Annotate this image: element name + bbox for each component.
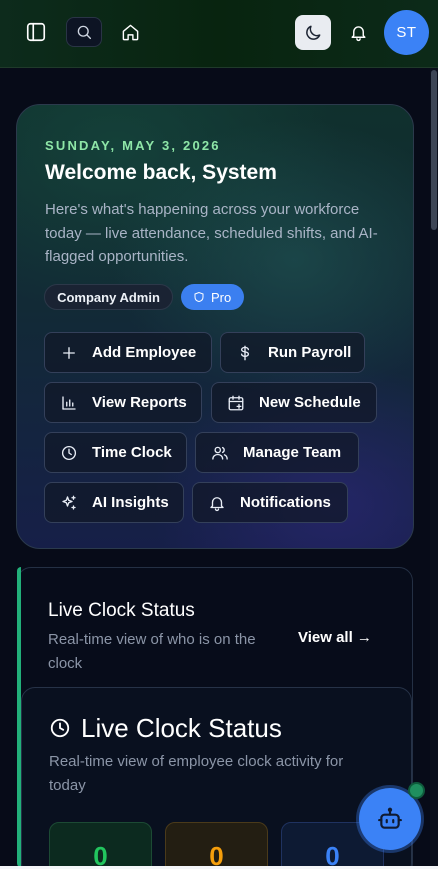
- stat-value: 0: [325, 841, 340, 869]
- bell-icon: [210, 496, 224, 511]
- add-employee-button[interactable]: Add Employee: [44, 332, 212, 373]
- run-payroll-label: Run Payroll: [268, 344, 352, 361]
- plan-badge: Pro: [181, 284, 244, 310]
- sidebar-icon: [26, 22, 46, 42]
- clock-icon: [49, 717, 71, 739]
- time-clock-button[interactable]: Time Clock: [44, 432, 187, 473]
- bar-chart-icon: [62, 395, 76, 410]
- add-employee-label: Add Employee: [92, 344, 197, 361]
- welcome-subtitle: Here's what's happening across your work…: [45, 201, 378, 265]
- view-reports-button[interactable]: View Reports: [44, 382, 202, 423]
- new-schedule-button[interactable]: New Schedule: [211, 382, 377, 423]
- manage-team-label: Manage Team: [243, 444, 342, 461]
- section-subtitle: Real-time view of who is on the clock: [48, 631, 256, 672]
- ai-insights-label: AI Insights: [92, 494, 169, 511]
- users-icon: [212, 446, 228, 460]
- search-button[interactable]: [66, 17, 102, 47]
- clock-icon: [61, 445, 77, 460]
- avatar[interactable]: ST: [384, 10, 429, 55]
- moon-icon: [306, 25, 321, 40]
- plus-icon: [63, 346, 75, 359]
- scrollbar-thumb[interactable]: [431, 70, 437, 230]
- stat-card-on-break: 0: [165, 822, 268, 869]
- section-title: Live Clock Status: [48, 600, 195, 621]
- current-date: SUNDAY, MAY 3, 2026: [45, 138, 221, 153]
- sparkles-icon: [62, 495, 76, 510]
- welcome-card: SUNDAY, MAY 3, 2026 Welcome back, System…: [16, 104, 414, 549]
- online-status-dot: [408, 782, 425, 799]
- home-button[interactable]: [114, 16, 146, 48]
- robot-icon: [378, 807, 402, 829]
- shield-icon: [194, 291, 204, 303]
- view-all-link[interactable]: View all →: [298, 629, 372, 646]
- top-bar: ST: [0, 0, 438, 68]
- bell-icon: [350, 25, 366, 41]
- live-clock-title: Live Clock Status: [81, 713, 282, 743]
- calendar-plus-icon: [228, 395, 244, 410]
- theme-toggle-button[interactable]: [295, 15, 331, 50]
- live-clock-subtitle: Real-time view of employee clock activit…: [49, 753, 344, 794]
- role-badge: Company Admin: [44, 284, 173, 310]
- notifications-shortcut-button[interactable]: Notifications: [192, 482, 348, 523]
- view-reports-label: View Reports: [92, 394, 187, 411]
- welcome-title: Welcome back, System: [45, 161, 277, 184]
- run-payroll-button[interactable]: Run Payroll: [220, 332, 365, 373]
- role-badge-label: Company Admin: [57, 289, 160, 305]
- plan-badge-label: Pro: [211, 289, 232, 305]
- new-schedule-label: New Schedule: [259, 394, 361, 411]
- stat-card-clocked-in: 0: [49, 822, 152, 869]
- stat-value: 0: [93, 841, 108, 869]
- time-clock-label: Time Clock: [92, 444, 172, 461]
- sidebar-toggle-button[interactable]: [20, 16, 52, 48]
- ai-insights-button[interactable]: AI Insights: [44, 482, 184, 523]
- home-icon: [122, 24, 138, 40]
- search-icon: [77, 25, 92, 40]
- stat-value: 0: [209, 841, 224, 869]
- manage-team-button[interactable]: Manage Team: [195, 432, 359, 473]
- notifications-button[interactable]: [342, 16, 374, 48]
- notifications-shortcut-label: Notifications: [240, 494, 331, 511]
- dollar-icon: [240, 345, 250, 360]
